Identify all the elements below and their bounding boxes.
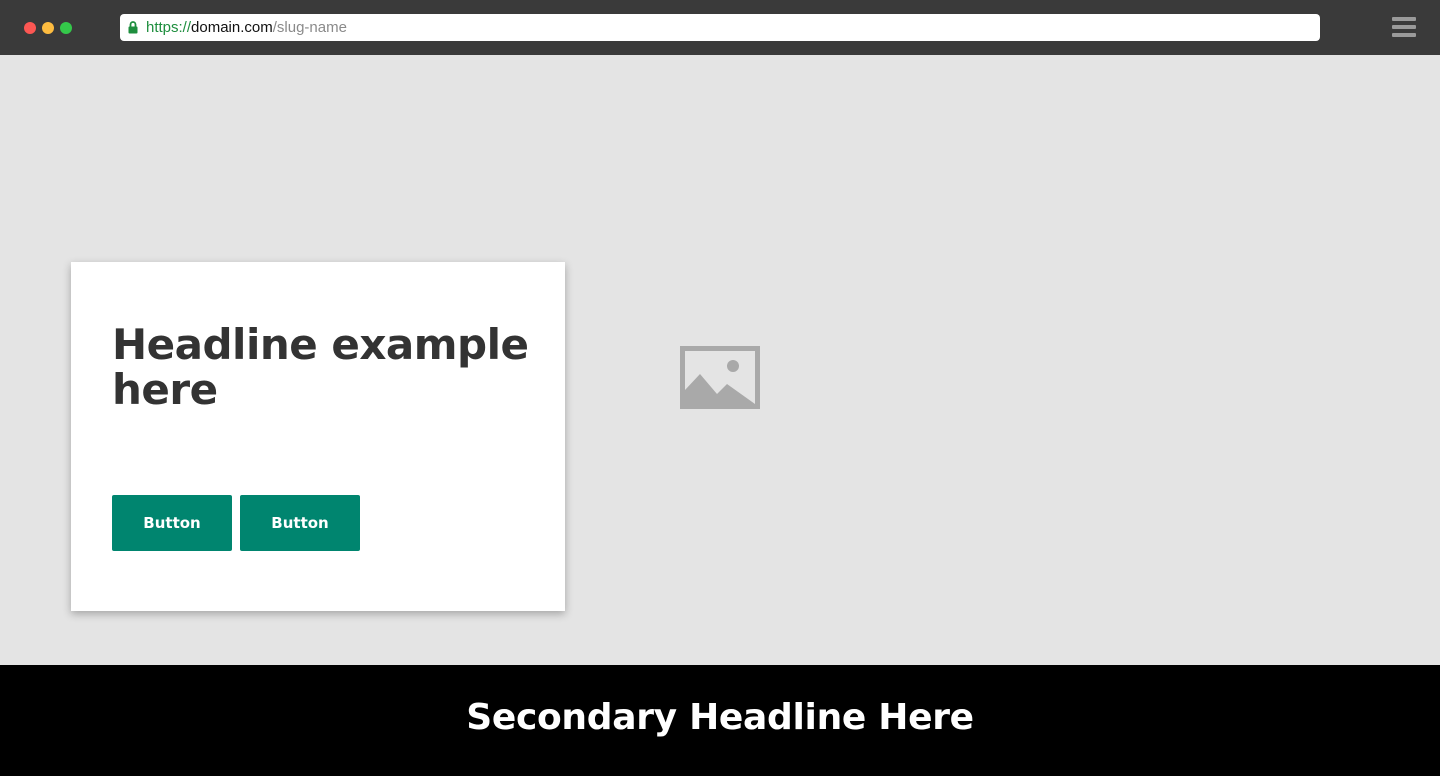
secondary-button[interactable]: Button — [240, 495, 360, 551]
menu-icon[interactable] — [1392, 16, 1416, 38]
url-scheme: https:// — [146, 19, 192, 36]
maximize-window-button[interactable] — [60, 22, 72, 34]
close-window-button[interactable] — [24, 22, 36, 34]
hero-card: Headline example here Button Button — [71, 262, 565, 611]
browser-chrome: https://domain.com/slug-name — [0, 0, 1440, 55]
lock-icon — [128, 21, 138, 34]
secondary-band: Secondary Headline Here — [0, 665, 1440, 776]
secondary-headline: Secondary Headline Here — [466, 697, 974, 738]
url-path: /slug-name — [272, 19, 347, 36]
url-host: domain.com — [191, 19, 273, 36]
page-headline: Headline example here — [112, 320, 529, 414]
primary-button[interactable]: Button — [112, 495, 232, 551]
address-bar[interactable]: https://domain.com/slug-name — [120, 14, 1320, 41]
hero-section: Headline example here Button Button — [0, 55, 1440, 665]
image-placeholder-icon — [680, 346, 760, 409]
minimize-window-button[interactable] — [42, 22, 54, 34]
